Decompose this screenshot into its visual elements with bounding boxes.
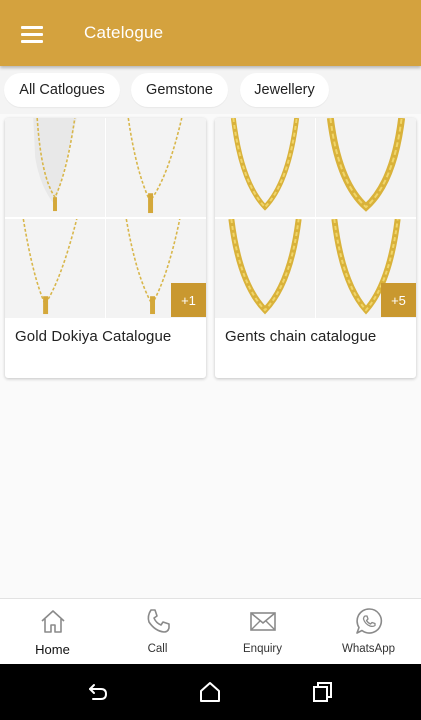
app-bar: Catelogue: [0, 0, 421, 66]
nav-enquiry[interactable]: Enquiry: [210, 599, 315, 665]
phone-icon: [147, 609, 170, 633]
necklace-photo: [5, 219, 105, 318]
catalogue-card-gold-dokiya[interactable]: +1 Gold Dokiya Catalogue: [5, 118, 206, 378]
chip-jewellery[interactable]: Jewellery: [240, 73, 329, 107]
whatsapp-icon: [355, 608, 382, 634]
system-navigation-bar: [0, 664, 421, 720]
mail-icon: [249, 612, 276, 631]
more-images-badge: +5: [381, 283, 416, 317]
nav-whatsapp[interactable]: WhatsApp: [316, 599, 421, 665]
catalogue-thumbnails: +1: [5, 118, 206, 318]
recents-icon[interactable]: [310, 680, 334, 704]
chain-photo: [316, 118, 416, 217]
page-title: Catelogue: [84, 23, 164, 42]
category-chips: All Catlogues Gemstone Jewellery: [0, 66, 421, 114]
nav-call[interactable]: Call: [105, 599, 210, 665]
catalogue-card-gents-chain[interactable]: +5 Gents chain catalogue: [215, 118, 416, 378]
necklace-photo: [106, 118, 206, 217]
chain-photo: [215, 219, 315, 318]
necklace-photo: [5, 118, 105, 217]
chip-gemstone[interactable]: Gemstone: [131, 73, 228, 107]
catalogue-title: Gents chain catalogue: [225, 328, 377, 345]
nav-label: Home: [35, 642, 70, 657]
nav-label: Call: [147, 643, 168, 655]
chip-all-catlogues[interactable]: All Catlogues: [4, 73, 120, 107]
chain-photo: [215, 118, 315, 217]
hamburger-menu-icon[interactable]: [14, 20, 50, 48]
catalogue-grid: +1 Gold Dokiya Catalogue +5 Gents chain …: [0, 114, 421, 598]
home-icon: [40, 610, 65, 633]
nav-home[interactable]: Home: [0, 599, 105, 665]
back-icon[interactable]: [86, 680, 110, 704]
bottom-navigation: Home Call Enquiry WhatsApp: [0, 598, 421, 664]
catalogue-title: Gold Dokiya Catalogue: [15, 328, 172, 345]
nav-label: Enquiry: [243, 643, 282, 655]
catalogue-thumbnails: +5: [215, 118, 416, 318]
more-images-badge: +1: [171, 283, 206, 317]
nav-label: WhatsApp: [341, 643, 396, 655]
home-circle-icon[interactable]: [198, 680, 222, 704]
